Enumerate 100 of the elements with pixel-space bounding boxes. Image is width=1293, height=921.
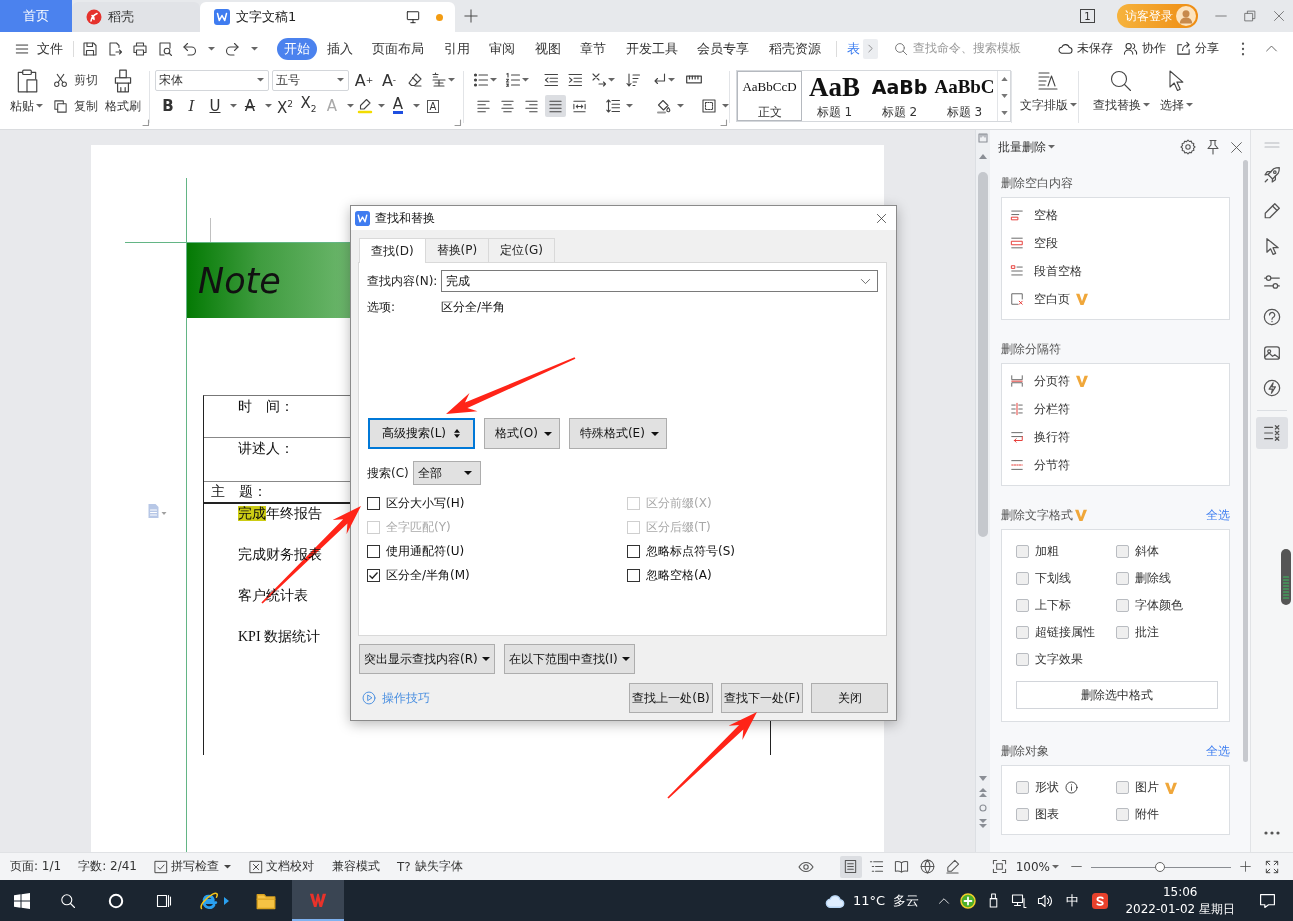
copy-button[interactable]: 复制 — [52, 96, 99, 116]
eraser-icon[interactable] — [407, 72, 423, 88]
close-icon[interactable] — [1272, 10, 1285, 22]
advanced-search-button[interactable]: 高级搜索(L) — [368, 418, 476, 449]
ribbon-tab[interactable]: 稻壳资源 — [759, 37, 831, 60]
caret-icon[interactable] — [448, 78, 455, 82]
checkbox-label[interactable]: 字体颜色 — [1135, 597, 1183, 614]
caret-icon[interactable] — [1048, 145, 1055, 149]
bullet-list-icon[interactable] — [473, 72, 489, 88]
checkbox-label[interactable]: 图片 — [1135, 779, 1159, 796]
ribbon-tab[interactable]: 开发工具 — [616, 37, 688, 60]
checkbox[interactable] — [1016, 781, 1029, 794]
share-button[interactable]: 分享 — [1176, 40, 1219, 57]
checkbox-label[interactable]: 附件 — [1135, 806, 1159, 823]
highlighter-icon[interactable] — [357, 98, 373, 114]
scrollbar-thumb[interactable] — [978, 172, 988, 537]
scroll-down-icon[interactable] — [1000, 94, 1008, 98]
scroll-handle-icon[interactable] — [1281, 549, 1291, 605]
checkbox[interactable] — [627, 568, 640, 582]
delete-option[interactable]: 空格 — [1010, 201, 1058, 229]
dialog-launcher-icon[interactable] — [455, 120, 461, 126]
delete-option[interactable]: 空段 — [1010, 229, 1058, 257]
caret-icon[interactable] — [522, 78, 529, 82]
decrease-indent-icon[interactable] — [543, 72, 559, 88]
delete-option[interactable]: 分节符 — [1010, 451, 1070, 479]
caret-icon[interactable] — [1069, 103, 1077, 107]
zoom-in-icon[interactable] — [1240, 861, 1251, 872]
dialog-button[interactable]: 查找下一处(F) — [721, 683, 803, 713]
caret-icon[interactable] — [676, 104, 684, 108]
ribbon-tab[interactable]: 会员专享 — [687, 37, 759, 60]
superscript-button[interactable]: X$^{2}$ — [275, 95, 295, 117]
close-icon[interactable] — [876, 212, 887, 224]
caret-icon[interactable] — [625, 104, 633, 108]
double-down-arrow-icon[interactable] — [979, 819, 987, 828]
caret-icon[interactable] — [264, 104, 272, 108]
checkbox[interactable] — [1116, 626, 1129, 639]
scrollbar-thumb[interactable] — [1243, 160, 1248, 762]
caret-icon[interactable] — [1052, 864, 1059, 869]
caret-icon[interactable] — [490, 78, 497, 82]
checkbox[interactable] — [1016, 599, 1029, 612]
checkbox-label[interactable]: 区分大小写(H) — [386, 494, 465, 512]
ring-icon[interactable] — [108, 892, 124, 909]
caret-icon[interactable] — [251, 46, 258, 51]
delete-option[interactable]: 换行符 — [1010, 423, 1070, 451]
search-scope-dropdown[interactable]: 全部 — [413, 461, 481, 485]
plus-circle-icon[interactable] — [960, 892, 977, 909]
double-up-arrow-icon[interactable] — [979, 788, 987, 797]
dialog-launcher-icon[interactable] — [143, 120, 149, 126]
checkbox[interactable] — [1016, 545, 1029, 558]
collaborate-button[interactable]: 协作 — [1123, 40, 1166, 57]
fit-page-icon[interactable] — [991, 859, 1007, 874]
strikethrough-button[interactable]: A — [240, 95, 260, 117]
redo-icon[interactable] — [224, 40, 240, 57]
delete-option[interactable]: 段首空格 — [1010, 257, 1082, 285]
checkbox-label[interactable]: 形状 — [1035, 779, 1059, 796]
side-tool-button[interactable] — [1256, 416, 1288, 449]
style-option[interactable]: AaBb 标题 2 — [867, 71, 932, 121]
restore-icon[interactable] — [1243, 10, 1256, 22]
settings-icon[interactable] — [1180, 139, 1196, 155]
menu-button[interactable]: 特殊格式(E) — [568, 418, 667, 449]
delete-option[interactable]: 分栏符 — [1010, 395, 1070, 423]
save-status-button[interactable]: 未保存 — [1058, 40, 1113, 57]
caret-icon[interactable] — [412, 104, 420, 108]
menu-button[interactable]: 格式(O) — [484, 418, 560, 449]
cut-button[interactable]: 剪切 — [52, 70, 99, 90]
proofread-button[interactable]: 文档校对 — [249, 858, 314, 875]
input-language-indicator[interactable]: 中 — [1066, 891, 1080, 910]
bold-button[interactable]: B — [158, 95, 178, 117]
weather-text[interactable]: 11°C 多云 — [853, 891, 920, 910]
caret-icon[interactable] — [377, 104, 385, 108]
close-icon[interactable] — [1230, 140, 1243, 154]
cross-arrow-icon[interactable] — [591, 72, 607, 88]
document-tab[interactable]: 文字文稿1 — [200, 2, 455, 32]
more-icon[interactable] — [1241, 41, 1245, 56]
clock-time[interactable]: 15:06 — [1162, 883, 1198, 901]
dialog-tab[interactable]: 查找(D) — [359, 238, 426, 263]
dialog-button[interactable]: 关闭 — [811, 683, 888, 713]
ribbon-tab[interactable]: 插入 — [317, 37, 363, 60]
window-count-button[interactable]: 1 — [1080, 9, 1095, 23]
panel-title-menu[interactable]: 批量删除 — [998, 138, 1055, 156]
underline-button[interactable]: U — [205, 95, 225, 117]
checkbox[interactable] — [1016, 653, 1029, 666]
dialog-launcher-icon[interactable] — [721, 120, 727, 126]
caret-icon[interactable] — [1142, 103, 1150, 107]
caret-icon[interactable] — [229, 104, 237, 108]
checkbox[interactable] — [627, 544, 640, 558]
line-spacing-icon[interactable] — [605, 98, 622, 114]
caret-icon[interactable] — [224, 864, 231, 869]
ribbon-tab[interactable]: 开始 — [277, 37, 317, 60]
menu-button[interactable]: 突出显示查找内容(R) — [359, 644, 495, 674]
undo-icon[interactable] — [182, 40, 198, 57]
menu-button[interactable]: 在以下范围中查找(I) — [503, 644, 635, 674]
caret-icon[interactable] — [1185, 103, 1193, 107]
caret-icon[interactable] — [36, 104, 44, 108]
character-border-button[interactable]: A — [423, 95, 443, 117]
grow-font-button[interactable]: A$^{+}$ — [354, 69, 374, 91]
checkbox[interactable] — [1116, 808, 1129, 821]
network-icon[interactable] — [1011, 892, 1028, 909]
checkbox[interactable] — [1016, 572, 1029, 585]
checkbox-label[interactable]: 删除线 — [1135, 570, 1171, 587]
